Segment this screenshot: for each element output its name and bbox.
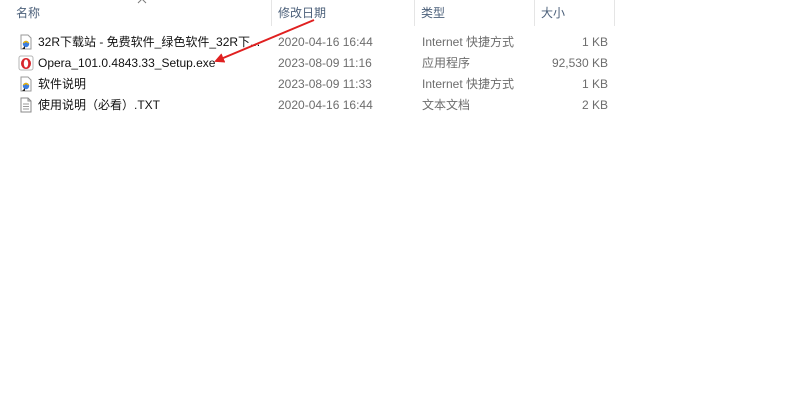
file-type: 文本文档 [422, 98, 471, 112]
internet-shortcut-icon [18, 34, 34, 50]
file-name: 使用说明（必看）.TXT [38, 98, 160, 112]
column-header-bar: 名称 修改日期 类型 大小 [0, 0, 789, 26]
column-header-size[interactable]: 大小 [535, 0, 615, 26]
file-row[interactable]: Opera_101.0.4843.33_Setup.exe 2023-08-09… [0, 53, 789, 74]
internet-shortcut-icon [18, 76, 34, 92]
column-header-name-label: 名称 [16, 6, 41, 20]
column-header-type-label: 类型 [421, 6, 446, 20]
file-size: 1 KB [581, 77, 608, 91]
file-size: 92,530 KB [551, 56, 608, 70]
column-header-date-label: 修改日期 [278, 6, 327, 20]
file-type: Internet 快捷方式 [422, 77, 515, 91]
text-document-icon [18, 97, 34, 113]
file-type: Internet 快捷方式 [422, 35, 515, 49]
column-header-size-label: 大小 [541, 6, 566, 20]
file-date: 2023-08-09 11:16 [278, 56, 372, 70]
opera-installer-icon [18, 55, 34, 71]
file-name: 32R下载站 - 免费软件_绿色软件_32R下... [38, 35, 261, 49]
file-type: 应用程序 [422, 56, 471, 70]
file-name: 软件说明 [38, 77, 87, 91]
file-name: Opera_101.0.4843.33_Setup.exe [38, 56, 216, 70]
file-date: 2023-08-09 11:33 [278, 77, 372, 91]
column-header-type[interactable]: 类型 [415, 0, 535, 26]
file-size: 2 KB [581, 98, 608, 112]
file-date: 2020-04-16 16:44 [278, 98, 373, 112]
file-date: 2020-04-16 16:44 [278, 35, 373, 49]
file-row[interactable]: 软件说明 2023-08-09 11:33 Internet 快捷方式 1 KB [0, 74, 789, 95]
column-header-date[interactable]: 修改日期 [272, 0, 415, 26]
file-row[interactable]: 使用说明（必看）.TXT 2020-04-16 16:44 文本文档 2 KB [0, 95, 789, 116]
column-header-name[interactable]: 名称 [10, 0, 272, 26]
file-size: 1 KB [581, 35, 608, 49]
file-row[interactable]: 32R下载站 - 免费软件_绿色软件_32R下... 2020-04-16 16… [0, 32, 789, 53]
